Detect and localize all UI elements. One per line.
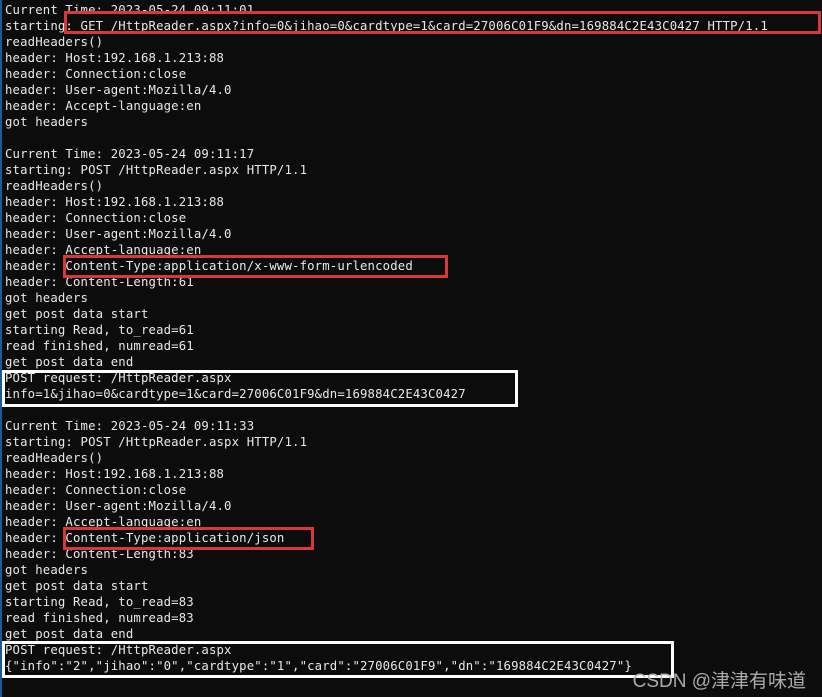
console-line: header: User-agent:Mozilla/4.0 [5,499,232,513]
console-line: got headers [5,115,89,129]
console-line: header: Accept-language:en [5,99,202,113]
console-line: readHeaders() [5,179,104,193]
console-line: Current Time: 2023-05-24 09:11:33 [5,419,255,433]
console-line: read finished, numread=83 [5,611,194,625]
console-line: get post data start [5,307,149,321]
console-line: starting: POST /HttpReader.aspx HTTP/1.1 [5,163,308,177]
console-line: header: Host:192.168.1.213:88 [5,467,225,481]
console-window: Current Time: 2023-05-24 09:11:01 startin… [0,0,822,697]
console-line: get post data end [5,355,134,369]
console-line: header: Connection:close [5,67,187,81]
highlight-json-post-body [2,641,674,678]
console-line: Current Time: 2023-05-24 09:11:17 [5,147,255,161]
console-line: readHeaders() [5,35,104,49]
console-line: header: User-agent:Mozilla/4.0 [5,227,232,241]
console-line: starting Read, to_read=61 [5,323,194,337]
highlight-form-post-body [2,370,518,407]
console-line: header: Connection:close [5,211,187,225]
console-line: starting: POST /HttpReader.aspx HTTP/1.1 [5,435,308,449]
highlight-form-content-type [63,255,448,278]
console-line: got headers [5,291,89,305]
watermark: CSDN @津津有味道 [632,671,806,692]
highlight-json-content-type [63,527,314,550]
console-line: starting Read, to_read=83 [5,595,194,609]
console-line: get post data start [5,579,149,593]
console-line: header: User-agent:Mozilla/4.0 [5,83,232,97]
console-line: header: Connection:close [5,483,187,497]
console-line: header: Host:192.168.1.213:88 [5,51,225,65]
console-line: get post data end [5,627,134,641]
console-line: header: Host:192.168.1.213:88 [5,195,225,209]
console-line: readHeaders() [5,451,104,465]
console-line: got headers [5,563,89,577]
console-line: read finished, numread=61 [5,339,194,353]
highlight-get-request [64,11,821,34]
